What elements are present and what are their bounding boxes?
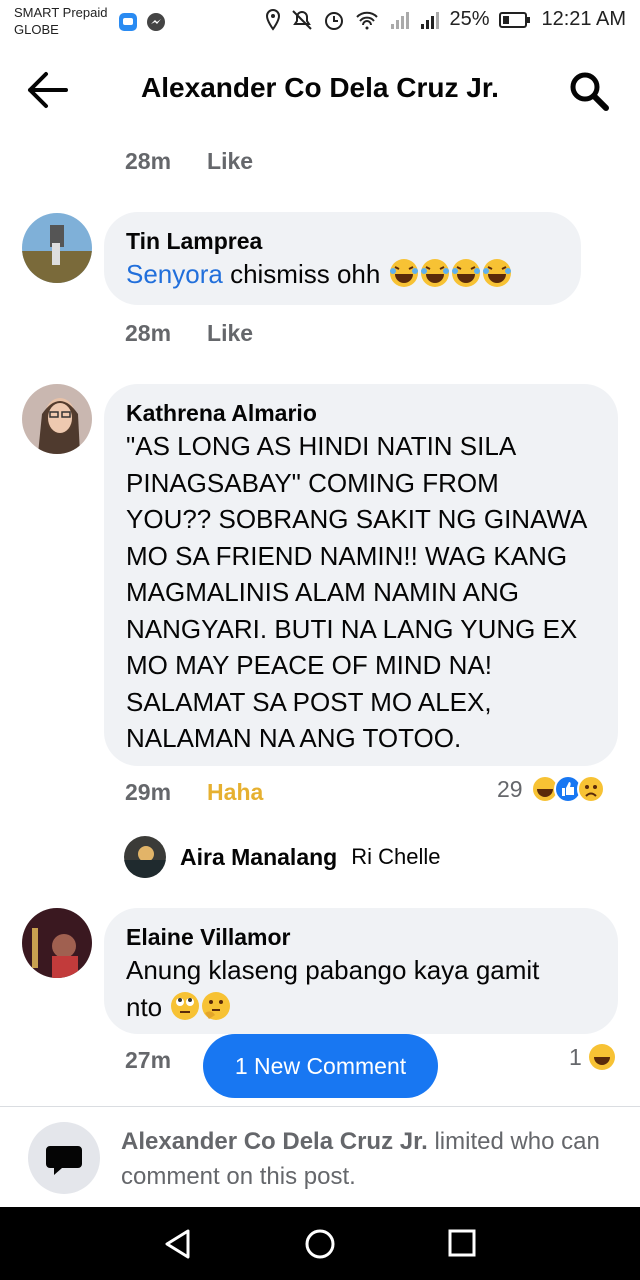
avatar-image	[22, 384, 92, 454]
comment-author[interactable]: Tin Lamprea	[126, 226, 559, 256]
comment-line: NALAMAN NA ANG TOTOO.	[126, 723, 462, 753]
comment-line: YOU?? SOBRANG SAKIT NG GINAWA	[126, 504, 588, 534]
comment-line: NANGYARI. BUTI NA LANG YUNG EX	[126, 613, 578, 644]
divider	[0, 1106, 640, 1107]
location-icon	[265, 8, 281, 31]
emoji-laughing-icon	[451, 258, 481, 288]
comment-time: 29m	[125, 779, 172, 805]
avatar[interactable]	[22, 908, 92, 978]
limit-icon-circle	[28, 1122, 100, 1194]
navigation-bar	[0, 1207, 640, 1280]
like-button[interactable]: Like	[207, 148, 253, 175]
comment-time: 27m	[125, 1047, 172, 1073]
reply-row[interactable]: Aira Manalang Ri Chelle	[124, 836, 440, 878]
avatar-image	[22, 213, 92, 283]
reaction-count: 1	[569, 1043, 582, 1070]
comment-text: Anung klaseng pabango kaya gamit nto	[126, 952, 596, 1025]
haha-reaction-icon	[588, 1043, 616, 1071]
clock: 12:21 AM	[541, 8, 626, 30]
comment-line: MAGMALINIS ALAM NAMIN ANG	[126, 577, 519, 607]
comment-line: nto	[126, 989, 596, 1026]
comment-line: PINAGSABAY" COMING FROM	[126, 467, 499, 498]
comment-text: "AS LONG AS HINDI NATIN SILA PINAGSABAY"…	[126, 428, 596, 757]
comment-meta: 28m Like	[125, 320, 253, 347]
avatar[interactable]	[22, 384, 92, 454]
comment-meta: 28m Like	[125, 148, 253, 175]
nav-back-button[interactable]	[163, 1228, 193, 1265]
emoji-laughing-icon	[420, 258, 450, 288]
messenger-icon	[146, 12, 166, 37]
comment-line-text: nto	[126, 991, 163, 1022]
carrier-1: SMART Prepaid	[14, 5, 108, 20]
comment-bubble: Elaine Villamor Anung klaseng pabango ka…	[104, 908, 618, 1034]
status-right: 25% 12:21 AM	[265, 8, 626, 31]
comment-author[interactable]: Kathrena Almario	[126, 398, 596, 428]
search-button[interactable]	[566, 68, 610, 112]
comment-time: 28m	[125, 320, 172, 346]
nav-home-button[interactable]	[304, 1228, 336, 1265]
comment-line: SALAMAT SA POST MO ALEX,	[126, 686, 492, 717]
status-carrier: SMART Prepaid GLOBE	[14, 4, 107, 38]
alarm-icon	[323, 9, 345, 31]
reaction-count: 29	[497, 775, 523, 802]
emoji-eyeroll-icon	[170, 991, 200, 1021]
limit-notice-name[interactable]: Alexander Co Dela Cruz Jr.	[121, 1128, 428, 1155]
notification-icons	[118, 12, 166, 37]
nav-recents-button[interactable]	[448, 1229, 476, 1262]
wifi-icon	[355, 10, 379, 30]
signal-icon-2	[419, 10, 440, 30]
comment-body: chismiss ohh	[222, 259, 381, 289]
reply-avatar	[124, 836, 166, 878]
comment-bubble: Kathrena Almario "AS LONG AS HINDI NATIN…	[104, 384, 618, 766]
comment-bubble: Tin Lamprea Senyora chismiss ohh	[104, 212, 581, 305]
nav-home-icon	[305, 1229, 335, 1259]
haha-button[interactable]: Haha	[207, 779, 263, 806]
reply-text: Ri Chelle	[351, 844, 441, 869]
mute-icon	[291, 9, 313, 31]
nav-back-icon	[165, 1229, 190, 1259]
nav-recents-icon	[448, 1229, 476, 1257]
sad-reaction-icon	[576, 775, 605, 803]
comment-author[interactable]: Elaine Villamor	[126, 922, 596, 952]
battery-percent: 25%	[449, 8, 490, 30]
avatar[interactable]	[22, 213, 92, 283]
reaction-summary[interactable]: 29	[497, 775, 605, 803]
comment-meta: 29m Haha	[125, 779, 263, 806]
mention-link[interactable]: Senyora	[126, 259, 223, 289]
comment-meta: 27m	[125, 1047, 171, 1074]
reaction-summary[interactable]: 1	[569, 1043, 616, 1071]
message-notification-icon	[118, 12, 138, 37]
search-icon	[570, 72, 609, 111]
carrier-2: GLOBE	[14, 22, 59, 37]
like-button[interactable]: Like	[207, 320, 253, 347]
comment-text: Senyora chismiss ohh	[126, 256, 559, 293]
comment-line: "AS LONG AS HINDI NATIN SILA	[126, 431, 517, 461]
speech-bubble-icon	[46, 1146, 82, 1175]
comment-line: MO SA FRIEND NAMIN!! WAG KANG	[126, 540, 568, 571]
emoji-thinking-icon	[201, 991, 231, 1021]
avatar-image	[22, 908, 92, 978]
comment-line: MO MAY PEACE OF MIND NA!	[126, 650, 492, 680]
comment-line: Anung klaseng pabango kaya gamit	[126, 955, 540, 985]
signal-icon-1	[389, 10, 410, 30]
limit-notice: Alexander Co Dela Cruz Jr. limited who c…	[121, 1124, 601, 1194]
battery-icon	[499, 11, 531, 29]
comment-time: 28m	[125, 148, 172, 174]
reply-author[interactable]: Aira Manalang	[180, 844, 337, 871]
emoji-laughing-icon	[389, 258, 419, 288]
emoji-laughing-icon	[482, 258, 512, 288]
page-title: Alexander Co Dela Cruz Jr.	[141, 72, 499, 103]
new-comment-button[interactable]: 1 New Comment	[203, 1034, 438, 1098]
